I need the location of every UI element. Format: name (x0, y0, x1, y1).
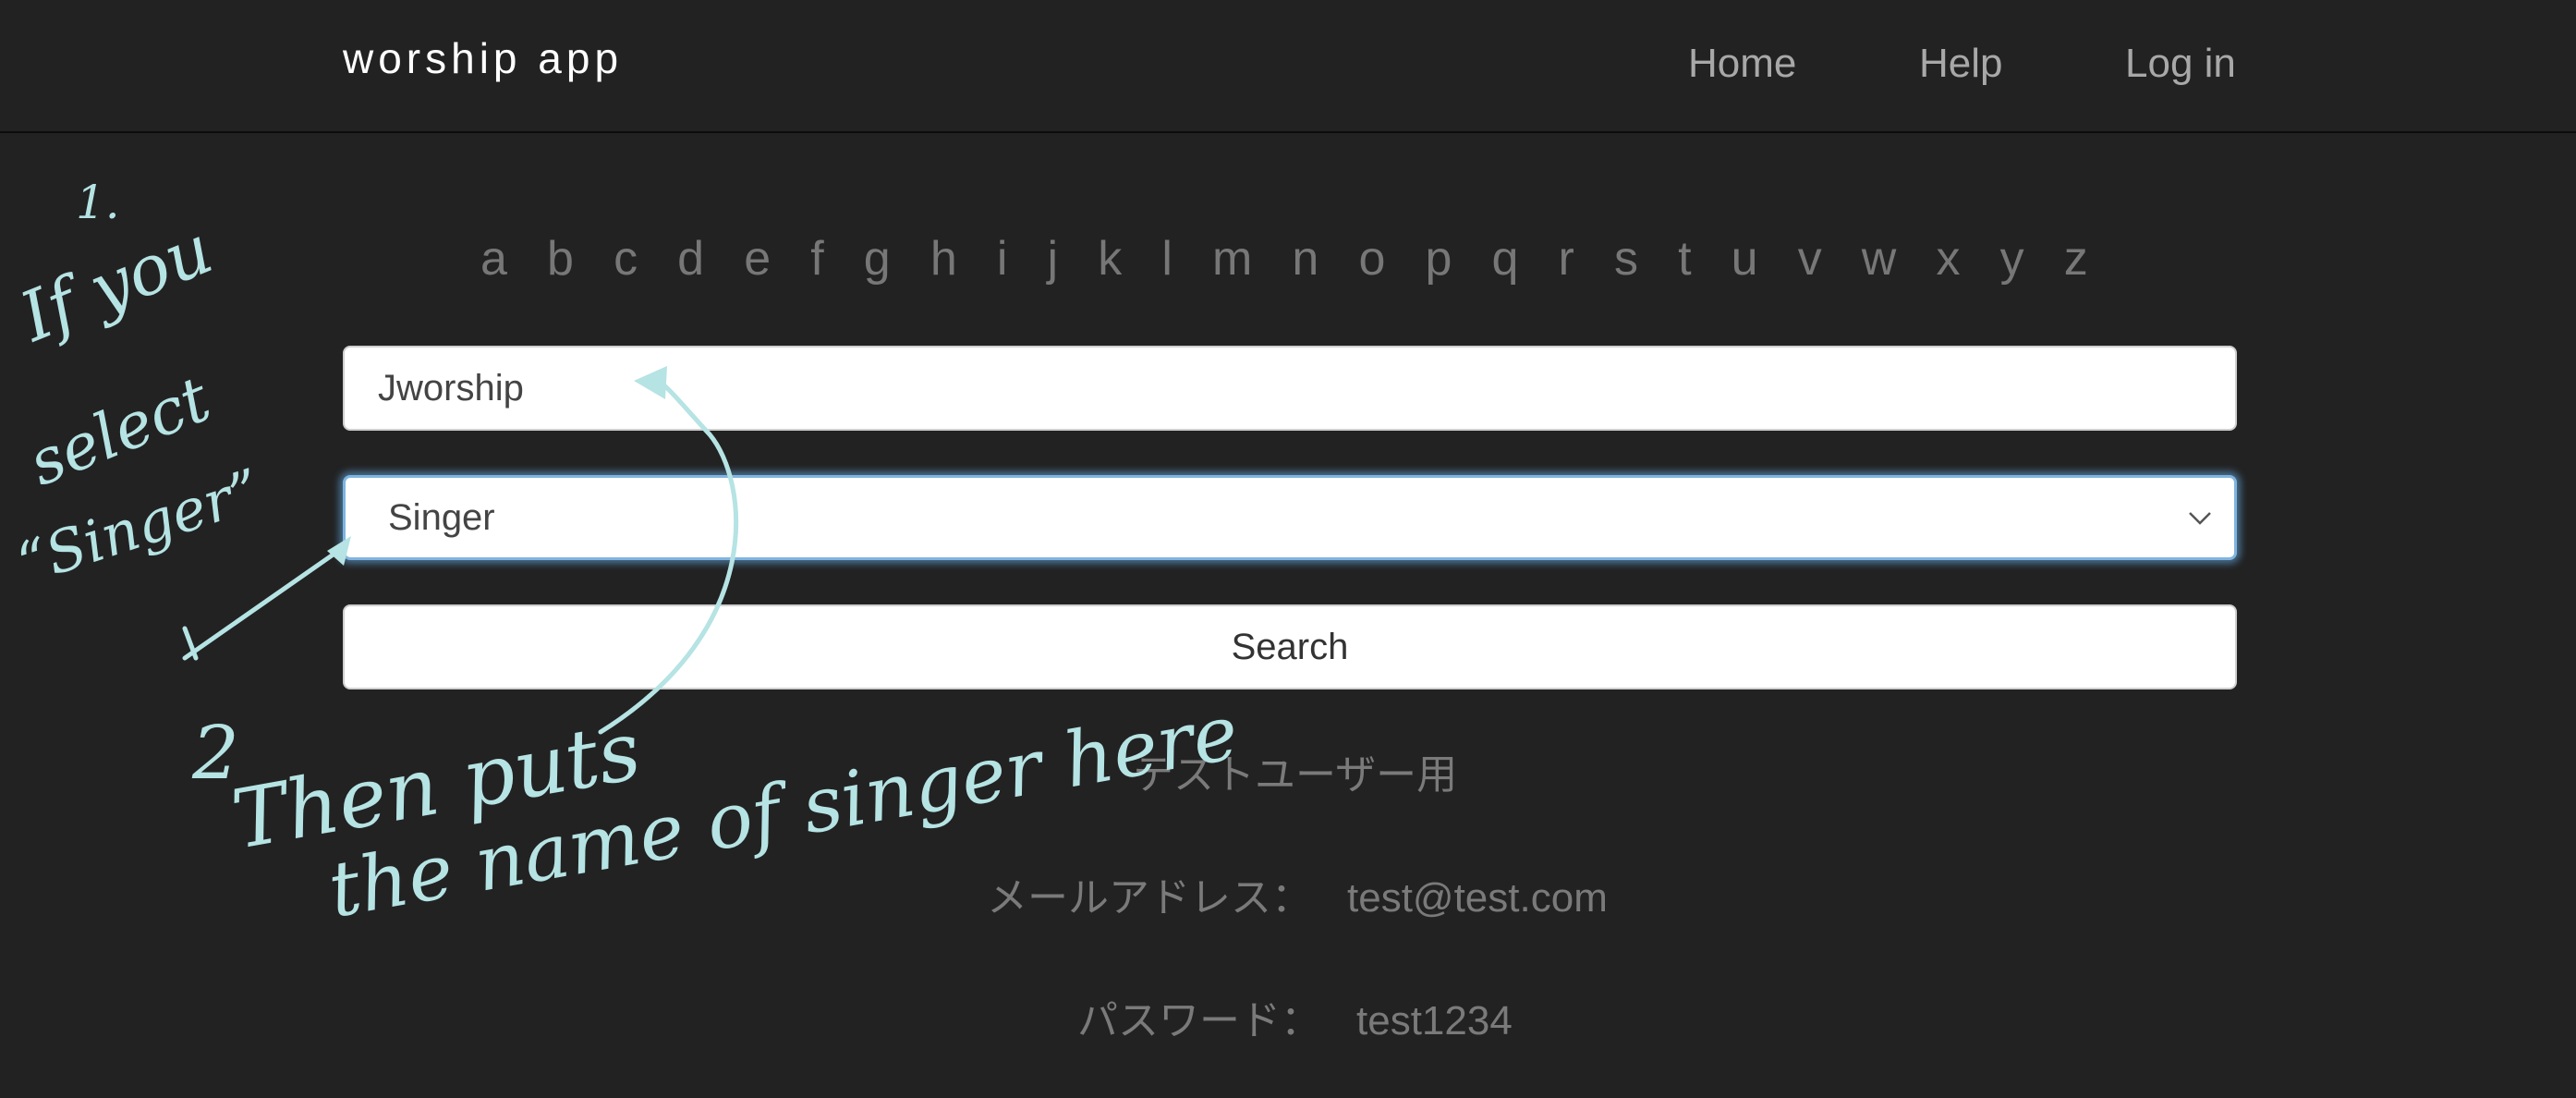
navbar: worship app Home Help Log in (0, 0, 2576, 133)
category-select[interactable]: Singer (343, 475, 2237, 560)
annotation-step2-line1: Then puts (225, 702, 648, 868)
annotation-step1-line3: “Singer” (9, 456, 269, 597)
alphabet-letter-d[interactable]: d (677, 231, 704, 287)
alphabet-letter-b[interactable]: b (547, 231, 574, 287)
alphabet-letter-r[interactable]: r (1559, 231, 1574, 287)
alphabet-letter-o[interactable]: o (1358, 231, 1385, 287)
page: worship app Home Help Log in abcdefghijk… (0, 0, 2576, 1098)
brand-logo[interactable]: worship app (343, 33, 623, 83)
alphabet-letter-q[interactable]: q (1492, 231, 1519, 287)
password-label: パスワード： (1077, 997, 1321, 1044)
alphabet-letter-n[interactable]: n (1292, 231, 1318, 287)
annotation-step2-number: 2 (191, 710, 239, 796)
annotation-arrow-1 (182, 544, 346, 661)
nav-home-link[interactable]: Home (1688, 41, 1796, 87)
alphabet-letter-s[interactable]: s (1614, 231, 1638, 287)
alphabet-letter-v[interactable]: v (1798, 231, 1822, 287)
annotation-step1-number: 1. (76, 176, 120, 229)
email-label: メールアドレス： (987, 874, 1312, 921)
alphabet-letter-t[interactable]: t (1678, 231, 1691, 287)
alphabet-letter-x[interactable]: x (1936, 231, 1960, 287)
test-email-row: メールアドレス： test@test.com (987, 864, 1608, 923)
alphabet-letter-c[interactable]: c (614, 231, 638, 287)
alphabet-letter-e[interactable]: e (744, 231, 771, 287)
alphabet-letter-f[interactable]: f (810, 231, 823, 287)
alphabet-letter-l[interactable]: l (1161, 231, 1173, 287)
search-button[interactable]: Search (343, 604, 2237, 689)
test-user-heading: テストユーザー用 (1133, 751, 1458, 799)
alphabet-letter-z[interactable]: z (2064, 231, 2088, 287)
alphabet-letter-h[interactable]: h (930, 231, 957, 287)
alphabet-letter-y[interactable]: y (2000, 231, 2024, 287)
email-value: test@test.com (1347, 875, 1608, 921)
alphabet-letter-m[interactable]: m (1212, 231, 1252, 287)
category-select-value: Singer (388, 496, 495, 538)
nav-help-link[interactable]: Help (1919, 41, 2003, 87)
alphabet-letter-p[interactable]: p (1425, 231, 1452, 287)
annotation-step1-line1: If you (8, 210, 224, 359)
keyword-input[interactable] (343, 346, 2237, 431)
alphabet-letter-w[interactable]: w (1862, 231, 1897, 287)
password-value: test1234 (1356, 998, 1513, 1043)
alphabet-index: abcdefghijklmnopqrstuvwxyz (480, 222, 2088, 296)
alphabet-letter-u[interactable]: u (1732, 231, 1758, 287)
nav-login-link[interactable]: Log in (2125, 41, 2236, 87)
annotation-step1-line2: select (19, 362, 221, 500)
alphabet-letter-j[interactable]: j (1048, 231, 1059, 287)
search-button-label: Search (1231, 626, 1349, 667)
alphabet-letter-k[interactable]: k (1098, 231, 1122, 287)
alphabet-letter-a[interactable]: a (480, 231, 507, 287)
chevron-down-icon (2189, 512, 2211, 525)
test-password-row: パスワード： test1234 (1077, 987, 1513, 1046)
alphabet-letter-i[interactable]: i (997, 231, 1008, 287)
alphabet-letter-g[interactable]: g (864, 231, 891, 287)
